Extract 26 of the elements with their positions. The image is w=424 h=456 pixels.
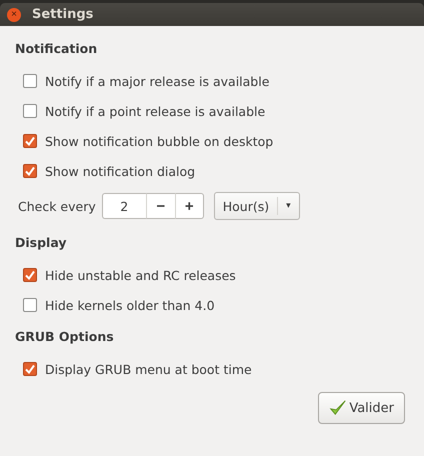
- interval-label: Check every: [18, 198, 96, 214]
- checkbox-label: Show notification bubble on desktop: [45, 134, 274, 148]
- checkbox-label: Hide kernels older than 4.0: [45, 298, 215, 312]
- checkmark-icon: [329, 399, 348, 417]
- checkbox[interactable]: [23, 134, 37, 148]
- checkbox[interactable]: [23, 362, 37, 376]
- section-heading: Display: [15, 234, 68, 252]
- checkbox[interactable]: [23, 74, 37, 88]
- checkbox-label: Show notification dialog: [45, 164, 196, 178]
- unit-dropdown[interactable]: Hour(s) ▾: [214, 192, 300, 220]
- checkbox[interactable]: [23, 164, 37, 178]
- checkbox-label: Notify if a major release is available: [45, 74, 270, 88]
- section-heading: Notification: [15, 40, 98, 58]
- decrement-button[interactable]: −: [146, 193, 175, 219]
- section-heading: GRUB Options: [15, 328, 115, 346]
- checkbox[interactable]: [23, 268, 37, 282]
- increment-button[interactable]: +: [174, 193, 204, 219]
- checkbox-label: Hide unstable and RC releases: [45, 268, 236, 282]
- checkbox-label: Display GRUB menu at boot time: [45, 362, 252, 376]
- close-button[interactable]: ×: [7, 8, 21, 22]
- window-title: Settings: [32, 7, 94, 22]
- validate-button[interactable]: Valider: [318, 392, 405, 424]
- checkbox-label: Notify if a point release is available: [45, 104, 266, 118]
- checkbox[interactable]: [23, 104, 37, 118]
- interval-input[interactable]: 2: [102, 193, 146, 219]
- checkbox[interactable]: [23, 298, 37, 312]
